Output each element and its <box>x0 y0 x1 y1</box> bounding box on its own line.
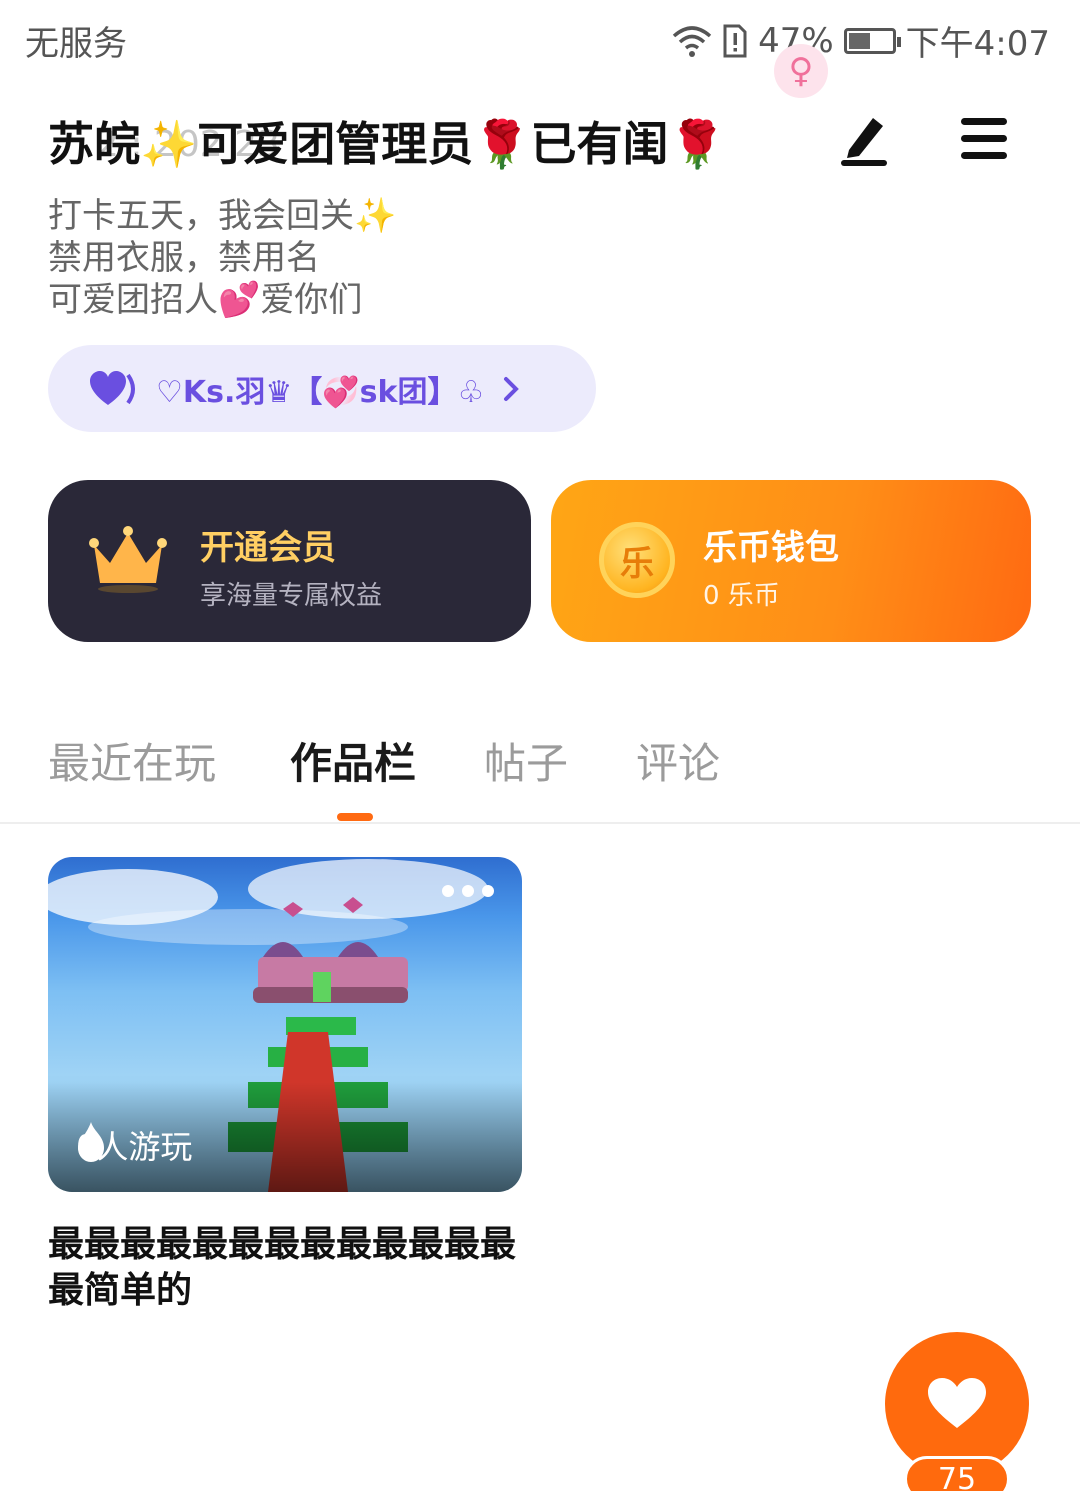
tab-posts[interactable]: 帖子 <box>484 730 568 791</box>
work-thumbnail[interactable]: 0人游玩 <box>48 857 522 1192</box>
vip-membership-card[interactable]: 开通会员 享海量专属权益 <box>48 480 531 642</box>
coin-icon: 乐 <box>599 522 675 598</box>
dot-icon <box>462 885 474 897</box>
wallet-balance: 0 乐币 <box>703 581 780 611</box>
tab-recent[interactable]: 最近在玩 <box>48 730 216 791</box>
tab-works[interactable]: 作品栏 <box>290 730 416 791</box>
carrier-text: 无服务 <box>25 24 127 64</box>
edit-profile-button[interactable] <box>835 110 895 170</box>
menu-icon <box>961 118 1007 159</box>
dot-icon <box>442 885 454 897</box>
battery-icon <box>843 27 901 54</box>
group-name: ♡Ks.羽♛【💞sk团】♧ <box>156 374 485 410</box>
like-count: 75 <box>904 1456 1010 1491</box>
tab-comments[interactable]: 评论 <box>636 730 720 791</box>
status-icons: 47% 下午4:07 <box>672 16 1050 65</box>
profile-bio: 打卡五天，我会回关✨ 禁用衣服，禁用名 可爱团招人💕爱你们 <box>48 195 396 321</box>
clock-time: 下午4:07 <box>905 24 1050 64</box>
group-link[interactable]: ♡Ks.羽♛【💞sk团】♧ <box>48 345 596 432</box>
crown-icon <box>89 526 167 593</box>
tab-active-indicator <box>337 813 373 821</box>
chevron-right-icon <box>504 376 520 401</box>
wifi-icon <box>672 25 712 57</box>
more-options-button[interactable] <box>442 885 494 897</box>
heart-group-icon <box>90 370 135 405</box>
wallet-title: 乐币钱包 <box>703 528 839 568</box>
work-title[interactable]: 最最最最最最最最最最最最最最简单的 <box>48 1222 528 1314</box>
profile-name: 苏皖✨可爱团管理员🌹已有闺🌹 <box>48 117 726 171</box>
vip-subtitle: 享海量专属权益 <box>200 581 383 611</box>
flame-icon <box>78 1122 104 1162</box>
bio-line: 可爱团招人💕爱你们 <box>48 280 363 320</box>
edit-icon <box>841 118 887 166</box>
tab-divider <box>0 822 1080 824</box>
bio-line: 禁用衣服，禁用名 <box>48 238 320 278</box>
menu-button[interactable] <box>955 110 1015 170</box>
heart-icon <box>928 1378 986 1428</box>
sim-alert-icon <box>723 24 747 57</box>
coin-wallet-card[interactable]: 乐 乐币钱包 0 乐币 <box>551 480 1031 642</box>
play-count: 0人游玩 <box>76 1122 192 1168</box>
vip-title: 开通会员 <box>200 528 336 568</box>
status-bar: 无服务 47% 下午4:07 <box>0 0 1080 80</box>
gender-badge: ♀ <box>774 44 828 98</box>
battery-level <box>848 32 870 49</box>
like-button[interactable] <box>885 1332 1029 1476</box>
bio-line: 打卡五天，我会回关✨ <box>48 196 397 236</box>
dot-icon <box>482 885 494 897</box>
